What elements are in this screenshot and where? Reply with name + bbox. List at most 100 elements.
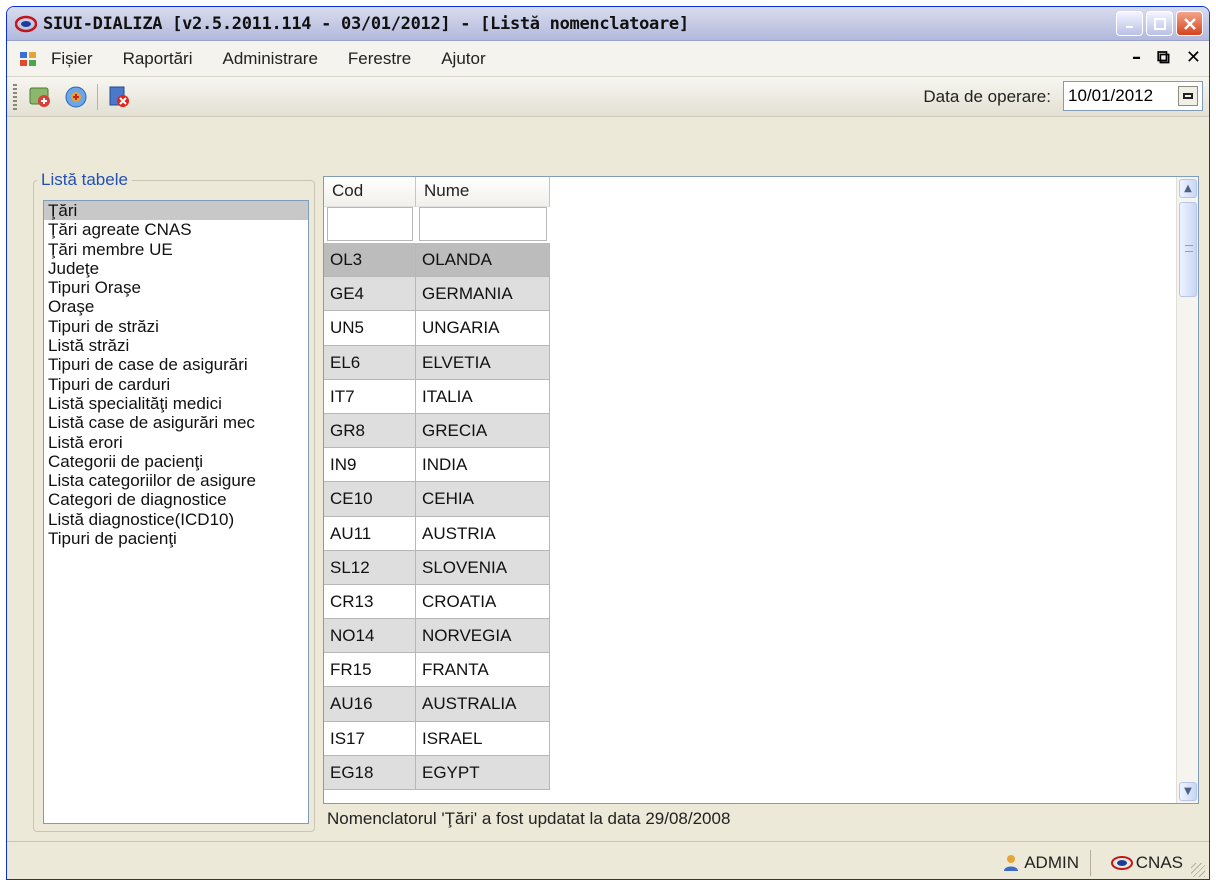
table-row[interactable]: FR15 FRANTA (324, 653, 550, 688)
cell-nume: FRANTA (416, 653, 550, 688)
child-restore-icon[interactable]: ⧉ (1157, 47, 1170, 68)
operating-date-value: 10/01/2012 (1068, 86, 1154, 105)
cell-nume: EGYPT (416, 755, 550, 790)
scroll-up-button[interactable]: ▲ (1179, 179, 1197, 198)
menu-raportari[interactable]: Raportări (123, 49, 193, 69)
scroll-thumb[interactable] (1179, 202, 1197, 297)
title-bar[interactable]: SIUI-DIALIZA [v2.5.2011.114 - 03/01/2012… (7, 7, 1209, 41)
table-row[interactable]: SL12 SLOVENIA (324, 550, 550, 585)
list-item[interactable]: Lista categoriilor de asigure (44, 471, 308, 490)
child-minimize-icon[interactable]: – (1132, 47, 1141, 68)
toolbar-separator (97, 83, 98, 110)
table-row[interactable]: GR8 GRECIA (324, 413, 550, 449)
medical-kit-icon (65, 86, 87, 107)
cell-nume: INDIA (416, 448, 550, 483)
window-controls (1116, 11, 1203, 36)
menu-ferestre[interactable]: Ferestre (348, 49, 411, 69)
cell-cod: UN5 (324, 311, 416, 346)
delete-record-icon (109, 86, 129, 107)
cell-cod: CR13 (324, 584, 416, 620)
grid-header: Cod Nume (324, 177, 550, 207)
filter-cod-input[interactable] (327, 207, 413, 241)
list-item[interactable]: Oraşe (44, 297, 308, 316)
list-item[interactable]: Tipuri Oraşe (44, 278, 308, 297)
minimize-button[interactable] (1116, 11, 1143, 36)
cell-cod: IT7 (324, 379, 416, 414)
list-item[interactable]: Listă specialităţi medici (44, 394, 308, 413)
cell-nume: AUSTRIA (416, 516, 550, 551)
menu-bar: Fișier Raportări Administrare Ferestre A… (7, 41, 1209, 77)
date-picker-button[interactable] (1178, 86, 1198, 106)
table-row[interactable]: AU16 AUSTRALIA (324, 687, 550, 722)
status-bar: ADMIN CNAS (7, 841, 1209, 879)
calendar-icon (1183, 93, 1193, 99)
toolbar-button-1[interactable] (25, 82, 55, 112)
app-window: SIUI-DIALIZA [v2.5.2011.114 - 03/01/2012… (6, 6, 1210, 880)
cell-cod: AU11 (324, 516, 416, 551)
table-row[interactable]: CR13 CROATIA (324, 584, 550, 620)
table-row[interactable]: EL6 ELVETIA (324, 345, 550, 380)
menu-ajutor[interactable]: Ajutor (441, 49, 485, 69)
cell-nume: ELVETIA (416, 345, 550, 380)
list-item[interactable]: Listă diagnostice(ICD10) (44, 510, 308, 529)
document-window-icon[interactable] (19, 50, 37, 68)
column-header-nume[interactable]: Nume (416, 177, 550, 207)
close-button[interactable] (1176, 11, 1203, 36)
cell-cod: NO14 (324, 619, 416, 654)
table-row[interactable]: GE4 GERMANIA (324, 277, 550, 312)
cell-nume: CROATIA (416, 584, 550, 620)
cell-cod: CE10 (324, 482, 416, 517)
grid-vertical-scrollbar[interactable]: ▲ ▼ (1176, 177, 1198, 803)
operating-date-field[interactable]: 10/01/2012 (1063, 81, 1203, 111)
list-item[interactable]: Listă erori (44, 433, 308, 452)
table-row[interactable]: CE10 CEHIA (324, 482, 550, 517)
list-item[interactable]: Tipuri de străzi (44, 317, 308, 336)
list-item[interactable]: Tipuri de carduri (44, 375, 308, 394)
tables-list[interactable]: Ţări Ţări agreate CNAS Ţări membre UE Ju… (43, 200, 309, 824)
list-item[interactable]: Tipuri de pacienţi (44, 529, 308, 548)
list-item[interactable]: Ţări agreate CNAS (44, 220, 308, 239)
list-item[interactable]: Ţări (44, 201, 308, 221)
cnas-logo-icon (1110, 856, 1133, 870)
toolbar-button-2[interactable] (61, 82, 91, 112)
column-header-cod[interactable]: Cod (324, 177, 416, 207)
maximize-button[interactable] (1146, 11, 1173, 36)
grip-lines-icon (1185, 245, 1193, 252)
child-close-icon[interactable]: ✕ (1186, 47, 1201, 68)
child-window-controls: – ⧉ ✕ (1132, 47, 1201, 68)
menu-administrare[interactable]: Administrare (222, 49, 317, 69)
cell-nume: ITALIA (416, 379, 550, 414)
scroll-down-button[interactable]: ▼ (1179, 782, 1197, 801)
table-row[interactable]: IN9 INDIA (324, 448, 550, 483)
list-item[interactable]: Ţări membre UE (44, 240, 308, 259)
menu-fisier[interactable]: Fișier (51, 49, 93, 69)
toolbar-grip[interactable] (13, 83, 17, 110)
chevron-down-icon: ▼ (1184, 786, 1192, 797)
list-item[interactable]: Listă străzi (44, 336, 308, 355)
table-row[interactable]: OL3 OLANDA (324, 243, 550, 278)
table-row[interactable]: IS17 ISRAEL (324, 721, 550, 756)
list-item[interactable]: Categorii de pacienţi (44, 452, 308, 471)
resize-grip[interactable] (1191, 863, 1205, 877)
table-row[interactable]: NO14 NORVEGIA (324, 619, 550, 654)
table-row[interactable]: IT7 ITALIA (324, 379, 550, 414)
update-note: Nomenclatorul 'Ţări' a fost updatat la d… (327, 809, 731, 828)
list-item[interactable]: Tipuri de case de asigurări (44, 355, 308, 374)
cell-cod: GE4 (324, 277, 416, 312)
cell-cod: EL6 (324, 345, 416, 380)
user-name: ADMIN (1024, 853, 1079, 872)
toolbar: Data de operare: 10/01/2012 (7, 77, 1209, 117)
filter-nume-input[interactable] (419, 207, 547, 241)
data-grid[interactable]: Cod Nume OL3 OLANDA GE4 GERMANIA UN5 UNGARI… (323, 176, 1199, 804)
close-icon (1183, 17, 1196, 30)
table-row[interactable]: AU11 AUSTRIA (324, 516, 550, 551)
table-row[interactable]: UN5 UNGARIA (324, 311, 550, 346)
cell-nume: OLANDA (416, 243, 550, 278)
list-item[interactable]: Categori de diagnostice (44, 490, 308, 509)
list-item[interactable]: Judeţe (44, 259, 308, 278)
toolbar-button-3[interactable] (104, 82, 134, 112)
cell-nume: ISRAEL (416, 721, 550, 756)
table-row[interactable]: EG18 EGYPT (324, 755, 550, 790)
tables-groupbox-title: Listă tabele (37, 170, 132, 190)
list-item[interactable]: Listă case de asigurări mec (44, 413, 308, 432)
